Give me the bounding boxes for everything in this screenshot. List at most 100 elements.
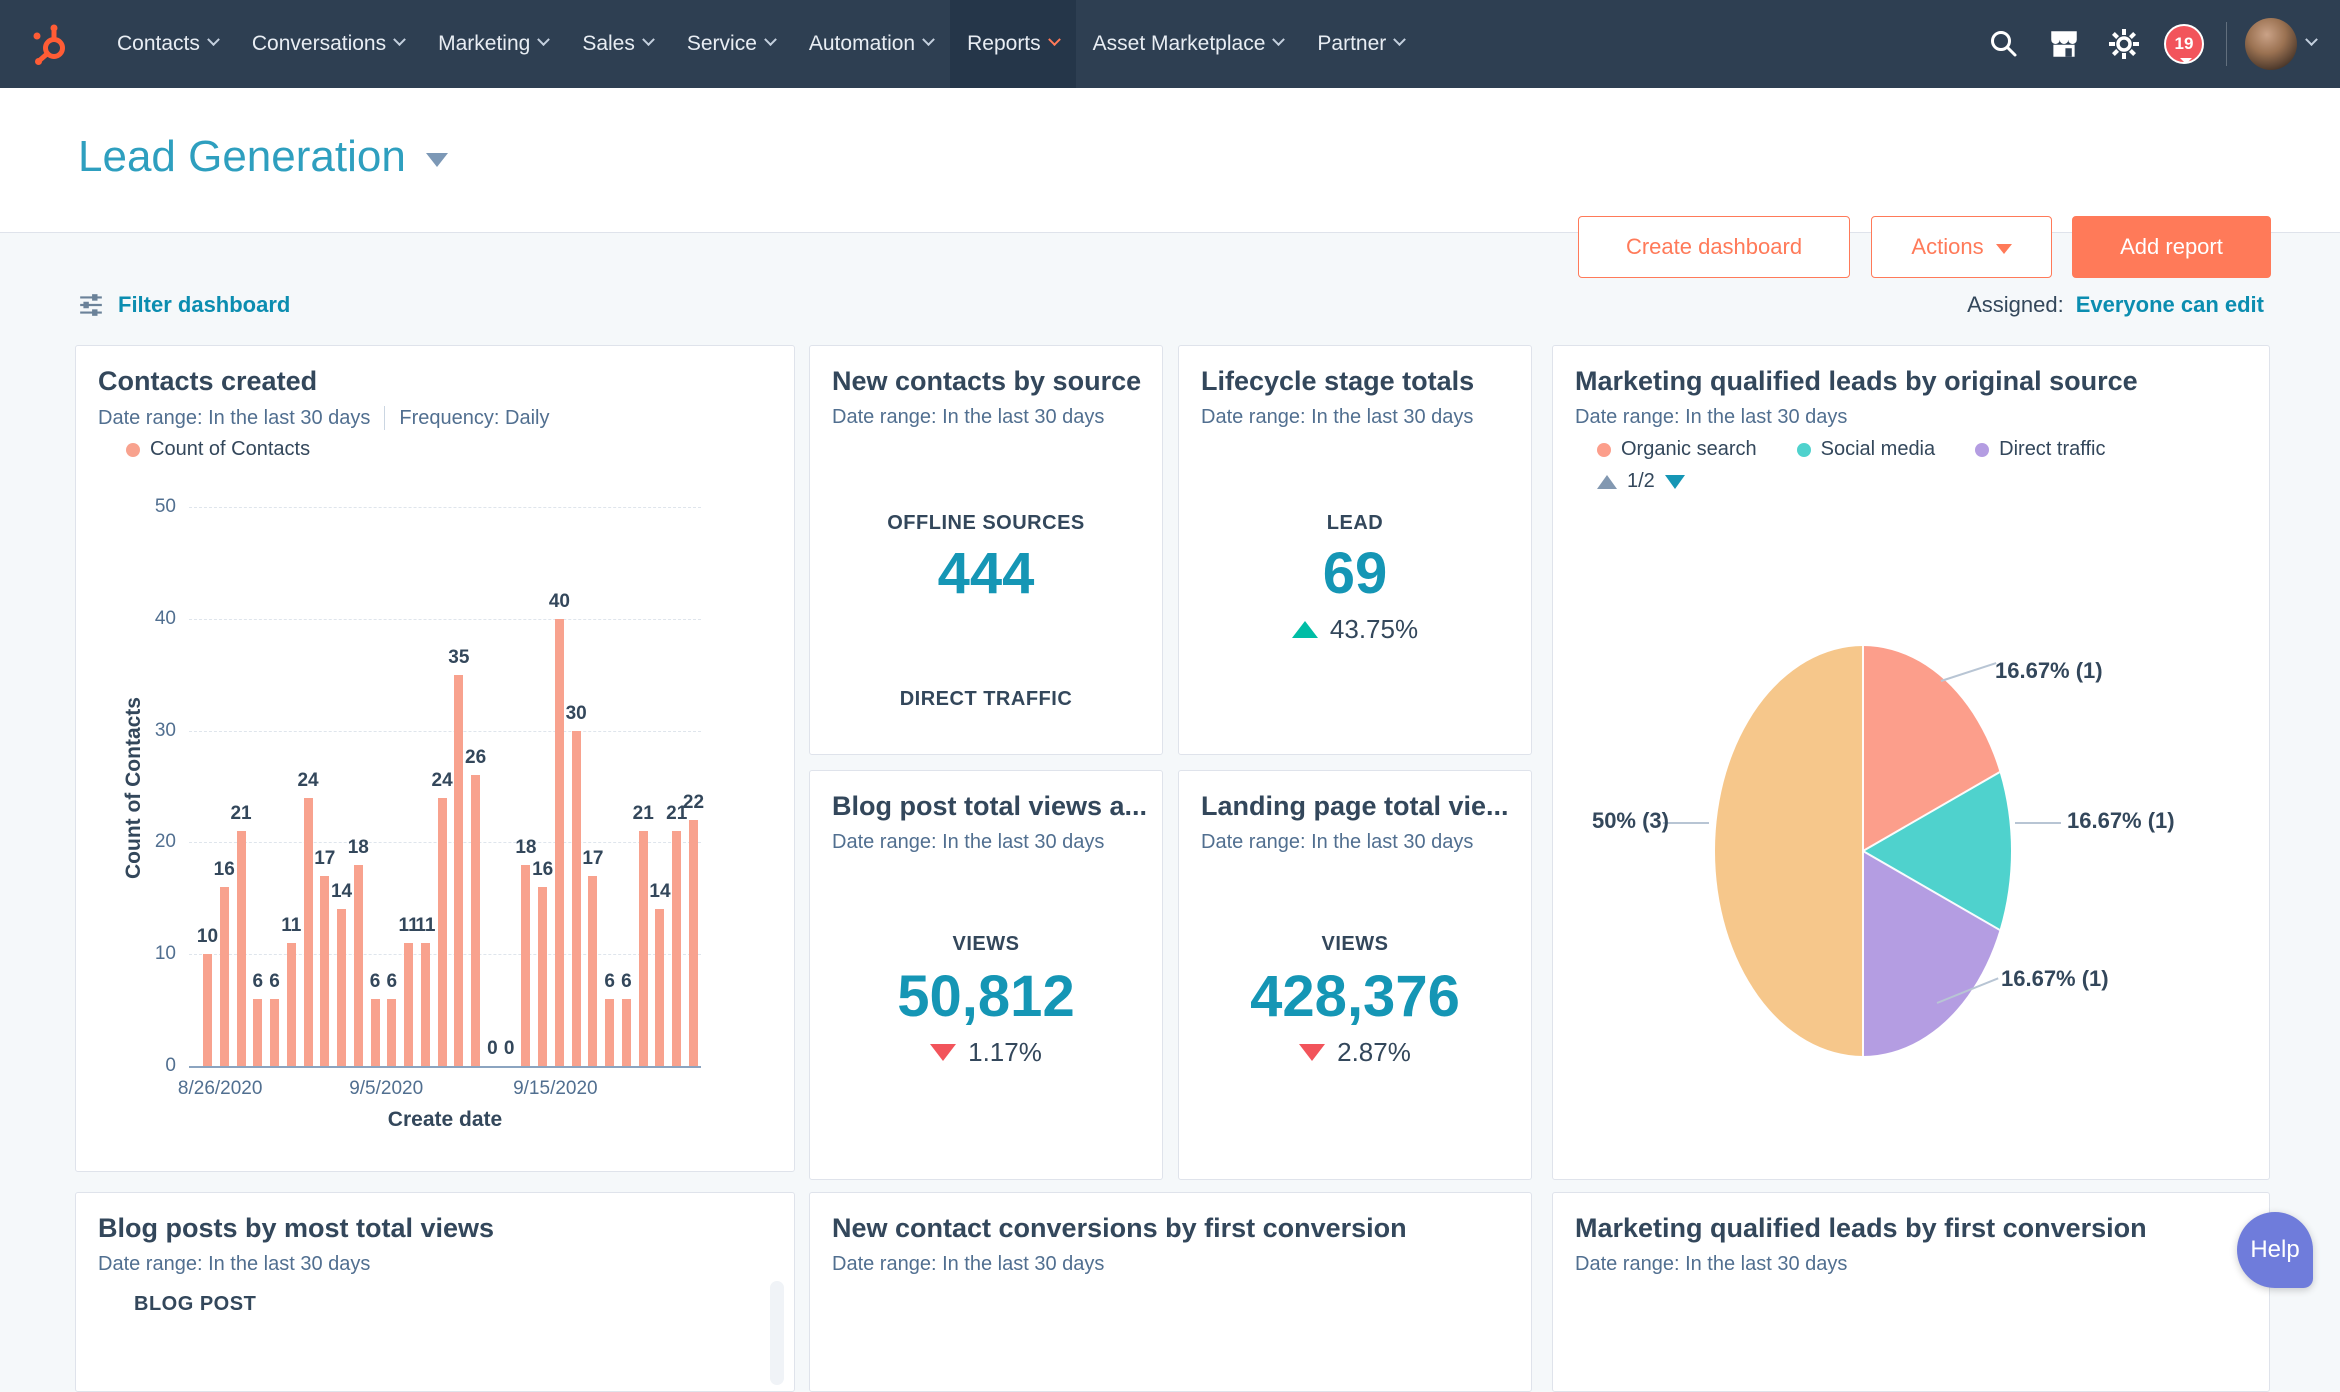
legend-pagination: 1/2 <box>1597 470 1685 493</box>
legend-label: Count of Contacts <box>150 438 310 461</box>
help-button[interactable]: Help <box>2237 1212 2313 1288</box>
create-dashboard-button[interactable]: Create dashboard <box>1578 216 1850 278</box>
card-meta: Date range: In the last 30 days <box>1575 406 1847 429</box>
bar[interactable] <box>421 943 430 1066</box>
bar[interactable] <box>622 999 631 1066</box>
bar[interactable] <box>538 887 547 1066</box>
actions-button[interactable]: Actions <box>1871 216 2052 278</box>
legend-page-up-icon[interactable] <box>1597 475 1617 489</box>
nav-item-reports[interactable]: Reports <box>950 0 1076 88</box>
bar[interactable] <box>605 999 614 1066</box>
bar[interactable] <box>337 909 346 1066</box>
nav-item-asset-marketplace[interactable]: Asset Marketplace <box>1076 0 1301 88</box>
nav-item-service[interactable]: Service <box>670 0 792 88</box>
help-label: Help <box>2250 1236 2299 1264</box>
marketplace-icon[interactable] <box>2034 27 2094 61</box>
bar[interactable] <box>203 954 212 1066</box>
bar[interactable] <box>270 999 279 1066</box>
bar-value-label: 6 <box>252 971 263 993</box>
card-meta: Date range: In the last 30 days <box>98 1253 370 1276</box>
page-title: Lead Generation <box>78 132 406 182</box>
bar-value-label: 11 <box>281 915 301 937</box>
notification-count-badge: 19 <box>2164 24 2204 64</box>
legend-page-down-icon[interactable] <box>1665 475 1685 489</box>
delta-down-icon <box>930 1044 956 1061</box>
delta-value: 1.17% <box>968 1037 1042 1068</box>
bar[interactable] <box>237 831 246 1066</box>
card-meta: Date range: In the last 30 days <box>832 831 1104 854</box>
add-report-button[interactable]: Add report <box>2072 216 2271 278</box>
notifications-bell-icon[interactable]: 19 <box>2154 24 2214 64</box>
bar[interactable] <box>639 831 648 1066</box>
metric-value[interactable]: 69 <box>1179 540 1531 607</box>
user-avatar[interactable] <box>2245 18 2297 70</box>
metric-value[interactable]: 428,376 <box>1179 963 1531 1030</box>
bar[interactable] <box>672 831 681 1066</box>
pie-callout-other: 50% (3) <box>1573 808 1669 834</box>
legend-item-organic-search[interactable]: Organic search <box>1597 438 1757 461</box>
delta-value: 2.87% <box>1337 1037 1411 1068</box>
chart-legend-item[interactable]: Count of Contacts <box>126 438 310 461</box>
date-range: Date range: In the last 30 days <box>832 406 1104 429</box>
bar[interactable] <box>454 675 463 1066</box>
nav-item-automation[interactable]: Automation <box>792 0 950 88</box>
assigned-value-link[interactable]: Everyone can edit <box>2076 292 2264 318</box>
bar[interactable] <box>438 798 447 1066</box>
card-title: Contacts created <box>98 366 317 397</box>
settings-gear-icon[interactable] <box>2094 27 2154 61</box>
bar[interactable] <box>521 865 530 1066</box>
legend-item-social-media[interactable]: Social media <box>1797 438 1936 461</box>
bar[interactable] <box>371 999 380 1066</box>
bar[interactable] <box>555 619 564 1066</box>
nav-item-marketing[interactable]: Marketing <box>421 0 565 88</box>
nav-item-partner[interactable]: Partner <box>1300 0 1421 88</box>
bar[interactable] <box>404 943 413 1066</box>
card-mql-by-first-conversion: Marketing qualified leads by first conve… <box>1552 1192 2270 1392</box>
bar-value-label: 6 <box>621 971 632 993</box>
card-landing-page-total-views: Landing page total vie... Date range: In… <box>1178 770 1532 1180</box>
bar[interactable] <box>655 909 664 1066</box>
hubspot-logo-icon[interactable] <box>0 0 100 88</box>
card-new-contact-conversions: New contact conversions by first convers… <box>809 1192 1532 1392</box>
chevron-down-icon[interactable] <box>2305 33 2318 46</box>
pie-chart[interactable] <box>1715 646 2011 1056</box>
bar[interactable] <box>387 999 396 1066</box>
nav-item-sales[interactable]: Sales <box>565 0 670 88</box>
x-tick-label: 9/15/2020 <box>513 1078 598 1100</box>
bar[interactable] <box>572 731 581 1066</box>
bar[interactable] <box>588 876 597 1066</box>
card-scrollbar[interactable] <box>770 1281 784 1385</box>
bar[interactable] <box>304 798 313 1066</box>
dashboard-title-dropdown[interactable]: Lead Generation <box>78 132 448 182</box>
nav-item-conversations[interactable]: Conversations <box>235 0 421 88</box>
y-tick-label: 0 <box>165 1055 176 1077</box>
bar[interactable] <box>471 775 480 1066</box>
metric-label: LEAD <box>1179 512 1531 535</box>
bar[interactable] <box>253 999 262 1066</box>
nav-item-label: Service <box>687 32 757 56</box>
date-range: Date range: In the last 30 days <box>1201 831 1473 854</box>
pie-callout-line <box>1941 662 1997 682</box>
bar-value-label: 11 <box>415 915 435 937</box>
metric-label: DIRECT TRAFFIC <box>810 688 1162 711</box>
legend-item-direct-traffic[interactable]: Direct traffic <box>1975 438 2105 461</box>
card-title: New contact conversions by first convers… <box>832 1213 1407 1244</box>
bar-value-label: 24 <box>297 770 318 792</box>
bar[interactable] <box>354 865 363 1066</box>
bar[interactable] <box>287 943 296 1066</box>
card-title: Landing page total vie... <box>1201 791 1509 822</box>
bar-value-label: 16 <box>214 859 235 881</box>
search-icon[interactable] <box>1974 28 2034 60</box>
metric-value[interactable]: 50,812 <box>810 963 1162 1030</box>
y-axis: 01020304050 <box>76 507 176 1066</box>
date-range: Date range: In the last 30 days <box>98 1253 370 1276</box>
chevron-down-icon <box>393 33 406 46</box>
bar[interactable] <box>220 887 229 1066</box>
bar[interactable] <box>320 876 329 1066</box>
bar[interactable] <box>689 820 698 1066</box>
filter-dashboard-control[interactable]: Filter dashboard <box>78 292 290 318</box>
date-range: Date range: In the last 30 days <box>832 1253 1104 1276</box>
nav-item-contacts[interactable]: Contacts <box>100 0 235 88</box>
metric-value[interactable]: 444 <box>810 540 1162 607</box>
delta-up-icon <box>1292 621 1318 638</box>
